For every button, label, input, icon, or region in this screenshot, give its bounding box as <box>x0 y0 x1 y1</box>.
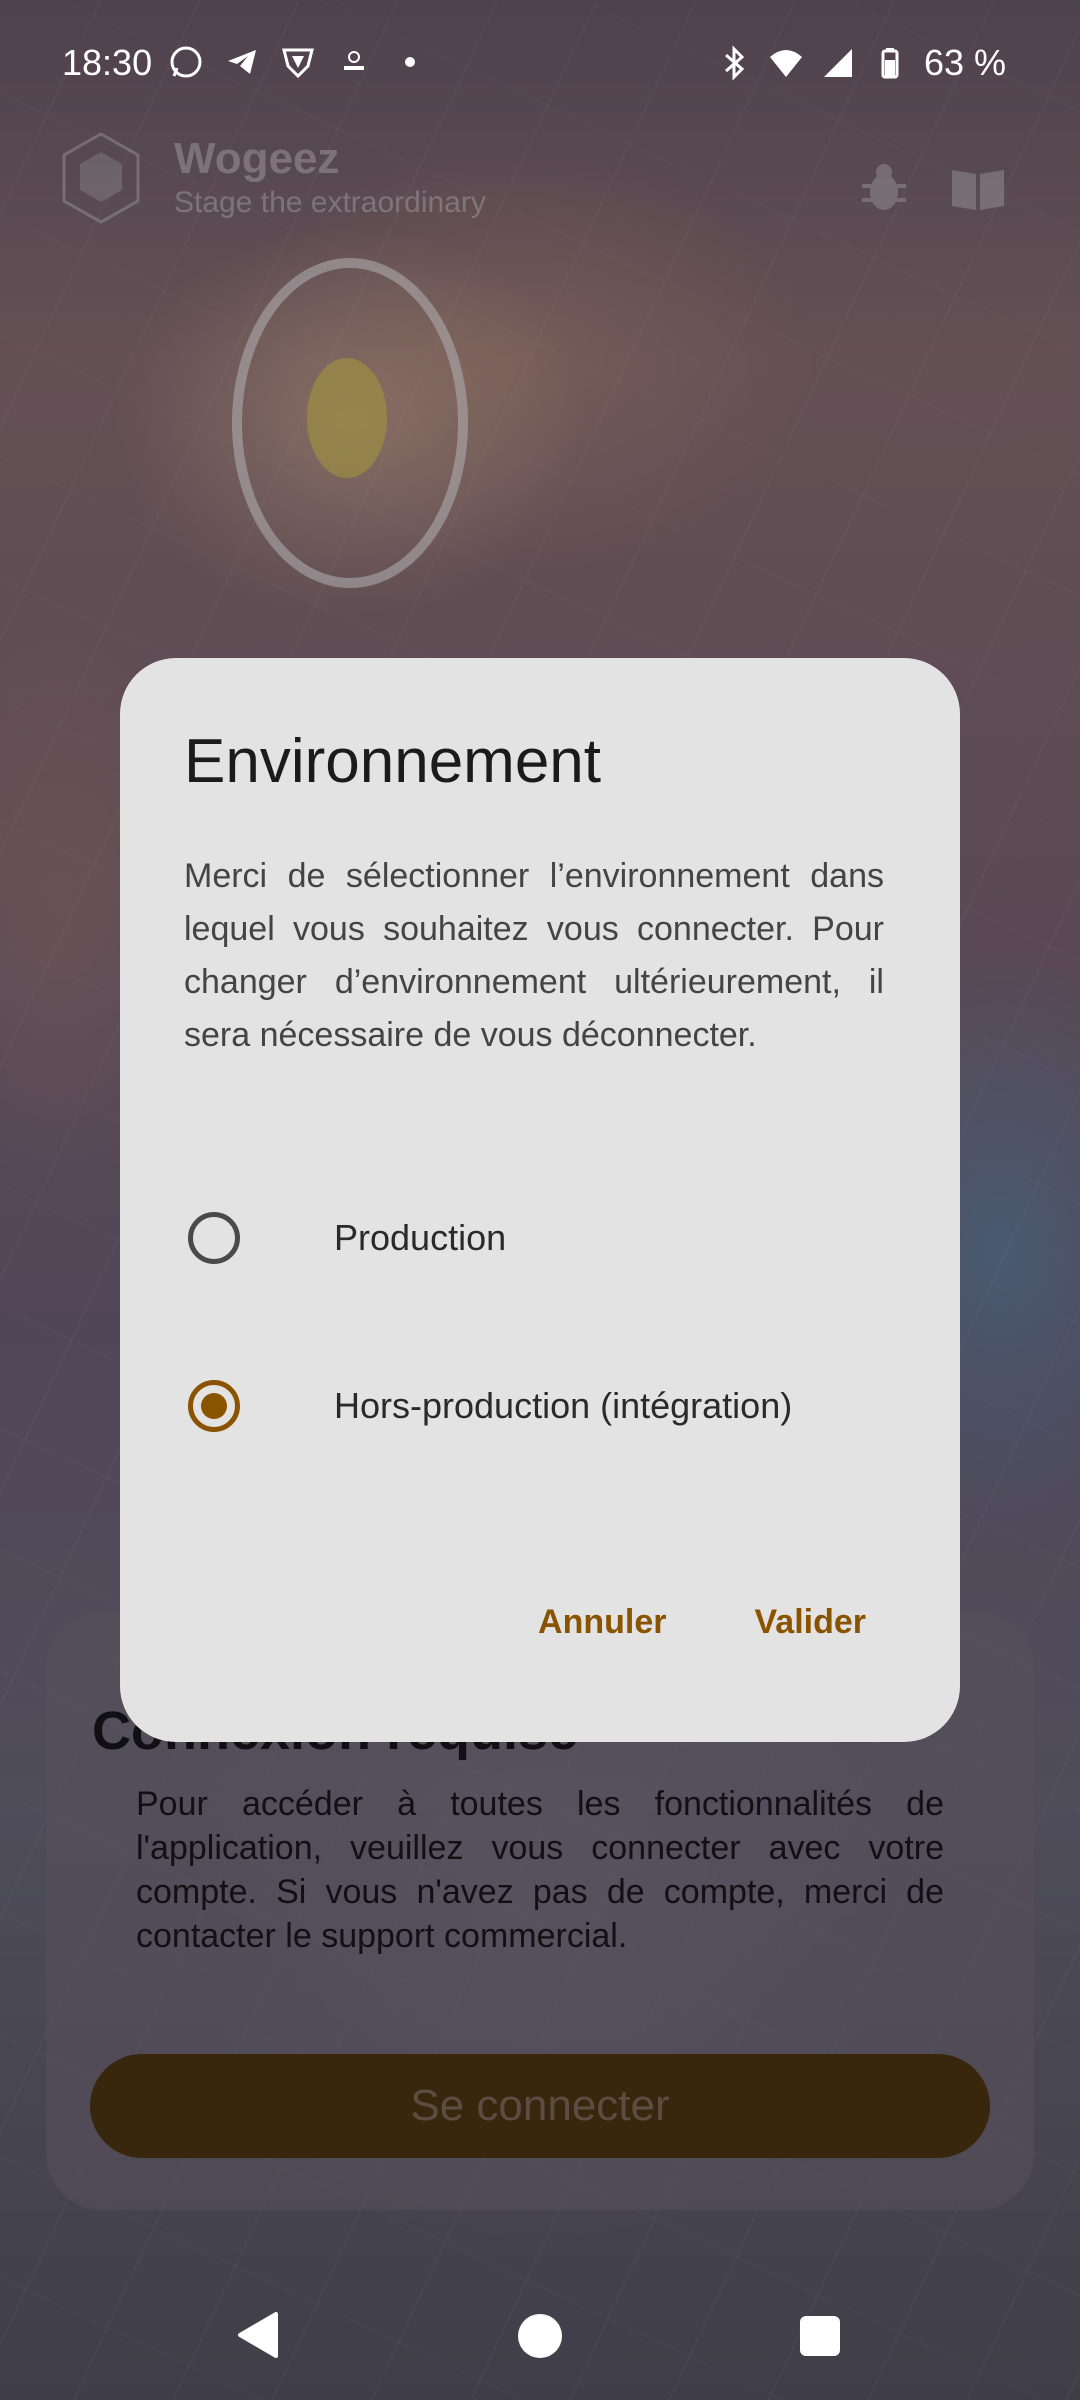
confirm-button[interactable]: Valider <box>754 1603 866 1642</box>
battery-icon <box>881 48 899 79</box>
notification-icon <box>344 51 364 70</box>
environment-dialog: Environnement Merci de sélectionner l’en… <box>120 658 960 1742</box>
notification-icons <box>168 44 428 80</box>
dialog-message: Merci de sélectionner l’environnement da… <box>184 857 884 1054</box>
back-icon[interactable] <box>236 2310 280 2360</box>
cancel-button[interactable]: Annuler <box>538 1603 666 1642</box>
bluetooth-icon <box>724 45 745 81</box>
system-icons: 63 % <box>716 42 1006 84</box>
dialog-actions: Annuler Valider <box>538 1603 866 1642</box>
radio-unchecked-icon[interactable] <box>188 1212 240 1264</box>
status-bar: 18:30 63 % <box>0 0 1080 130</box>
option-label: Hors-production (intégration) <box>334 1385 793 1426</box>
option-label: Production <box>334 1217 507 1258</box>
option-hors-production[interactable]: Hors-production (intégration) <box>158 1346 918 1466</box>
option-production[interactable]: Production <box>158 1178 918 1298</box>
navigation-bar <box>0 2270 1080 2400</box>
screen: Wogeez Stage the extraordinary Connexion… <box>0 0 1080 2400</box>
battery-percentage: 63 % <box>923 42 1006 83</box>
status-time: 18:30 <box>62 42 153 83</box>
recents-icon[interactable] <box>800 2316 840 2356</box>
signal-icon <box>823 49 852 77</box>
home-icon[interactable] <box>518 2314 562 2358</box>
dot-icon <box>405 57 415 67</box>
whatsapp-icon <box>170 46 202 78</box>
dialog-title: Environnement <box>184 727 602 796</box>
telegram-icon <box>228 50 256 74</box>
wifi-icon <box>769 50 802 77</box>
radio-checked-icon[interactable] <box>188 1380 240 1432</box>
vpn-shield-icon <box>282 48 314 79</box>
